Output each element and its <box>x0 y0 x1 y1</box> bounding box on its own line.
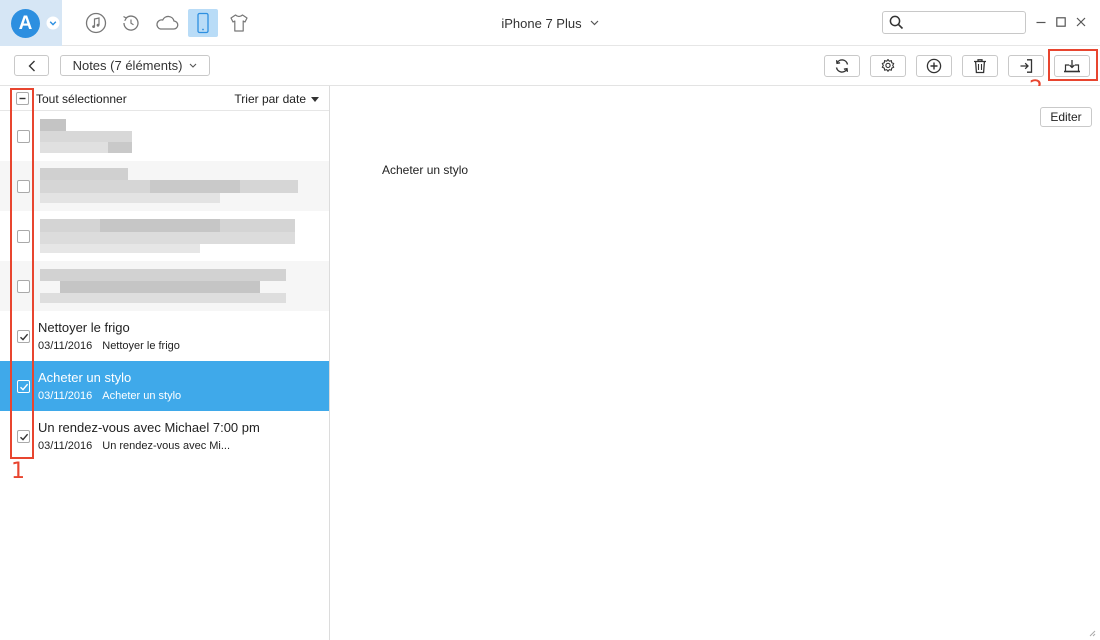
blurred-text <box>40 269 286 281</box>
note-date: 03/11/2016 <box>38 340 93 352</box>
app-logo-icon: A <box>11 9 40 38</box>
category-label: Notes (7 éléments) <box>72 58 183 73</box>
close-button[interactable] <box>1073 14 1089 30</box>
blurred-text <box>40 293 286 303</box>
blurred-text <box>40 244 200 253</box>
note-row[interactable]: Un rendez-vous avec Michael 7:00 pm 03/1… <box>0 411 329 461</box>
device-name: iPhone 7 Plus <box>501 15 582 31</box>
callout-number-1: 1 <box>11 459 25 484</box>
note-preview: Un rendez-vous avec Mi... <box>102 440 231 452</box>
note-title: Un rendez-vous avec Michael 7:00 pm <box>38 420 260 435</box>
phone-icon[interactable] <box>188 9 218 37</box>
history-icon[interactable] <box>116 9 146 37</box>
minimize-icon <box>1036 21 1046 24</box>
callout-box-1 <box>10 88 34 459</box>
app-logo-menu[interactable]: A <box>0 0 62 46</box>
delete-button[interactable] <box>962 55 998 77</box>
note-row-blurred[interactable] <box>0 211 329 261</box>
search-icon <box>889 15 904 30</box>
search-box[interactable] <box>882 11 1026 34</box>
gear-icon <box>881 58 895 72</box>
category-dropdown[interactable]: Notes (7 éléments) <box>60 55 210 76</box>
close-icon <box>1076 17 1086 27</box>
blurred-text <box>150 180 240 193</box>
resize-grip-icon[interactable] <box>1088 629 1096 637</box>
select-all-label: Tout sélectionner <box>36 92 127 106</box>
music-icon[interactable] <box>81 9 111 37</box>
import-icon <box>1020 59 1033 73</box>
sort-label: Trier par date <box>234 92 306 106</box>
note-preview: Acheter un stylo <box>102 390 182 402</box>
title-bar: A iPhone 7 Plus <box>0 0 1100 46</box>
note-row[interactable]: Nettoyer le frigo 03/11/2016 Nettoyer le … <box>0 311 329 361</box>
blurred-text <box>100 219 220 232</box>
list-header: Tout sélectionner Trier par date <box>0 86 329 111</box>
note-detail: Editer Acheter un stylo <box>331 86 1100 640</box>
caret-down-icon <box>311 96 319 102</box>
edit-button[interactable]: Editer <box>1040 107 1092 127</box>
note-row-selected[interactable]: Acheter un stylo 03/11/2016 Acheter un st… <box>0 361 329 411</box>
maximize-button[interactable] <box>1053 14 1069 30</box>
notes-list: Tout sélectionner Trier par date Nettoye… <box>0 86 330 640</box>
toolbar: Notes (7 éléments) <box>0 46 1100 86</box>
blurred-text <box>108 142 132 153</box>
import-button[interactable] <box>1008 55 1044 77</box>
device-selector[interactable]: iPhone 7 Plus <box>501 15 599 31</box>
sort-dropdown[interactable]: Trier par date <box>234 92 319 106</box>
note-title: Acheter un stylo <box>38 370 132 385</box>
search-input[interactable] <box>909 14 1021 31</box>
chevron-left-icon <box>28 60 35 71</box>
note-date: 03/11/2016 <box>38 440 93 452</box>
chevron-down-icon <box>46 16 60 30</box>
note-title: Nettoyer le frigo <box>38 320 130 335</box>
refresh-icon <box>835 59 849 73</box>
note-date: 03/11/2016 <box>38 390 93 402</box>
blurred-title <box>40 119 66 131</box>
blurred-text <box>60 281 260 293</box>
minimize-button[interactable] <box>1033 14 1049 30</box>
note-row-blurred[interactable] <box>0 261 329 311</box>
add-button[interactable] <box>916 55 952 77</box>
note-preview: Nettoyer le frigo <box>102 340 180 352</box>
trash-icon <box>974 59 986 74</box>
callout-box-2 <box>1048 49 1098 81</box>
maximize-icon <box>1056 17 1066 27</box>
note-row-blurred[interactable] <box>0 161 329 211</box>
chevron-down-icon <box>590 20 599 26</box>
chevron-down-icon <box>190 63 197 68</box>
note-content[interactable]: Acheter un stylo <box>382 163 468 177</box>
blurred-text <box>40 193 220 203</box>
settings-button[interactable] <box>870 55 906 77</box>
blurred-text <box>40 131 132 142</box>
blurred-text <box>40 232 295 244</box>
back-button[interactable] <box>14 55 49 76</box>
shirt-icon[interactable] <box>224 9 254 37</box>
note-row-blurred[interactable] <box>0 111 329 161</box>
refresh-button[interactable] <box>824 55 860 77</box>
blurred-title <box>40 168 128 180</box>
add-icon <box>926 58 942 74</box>
cloud-icon[interactable] <box>152 9 182 37</box>
